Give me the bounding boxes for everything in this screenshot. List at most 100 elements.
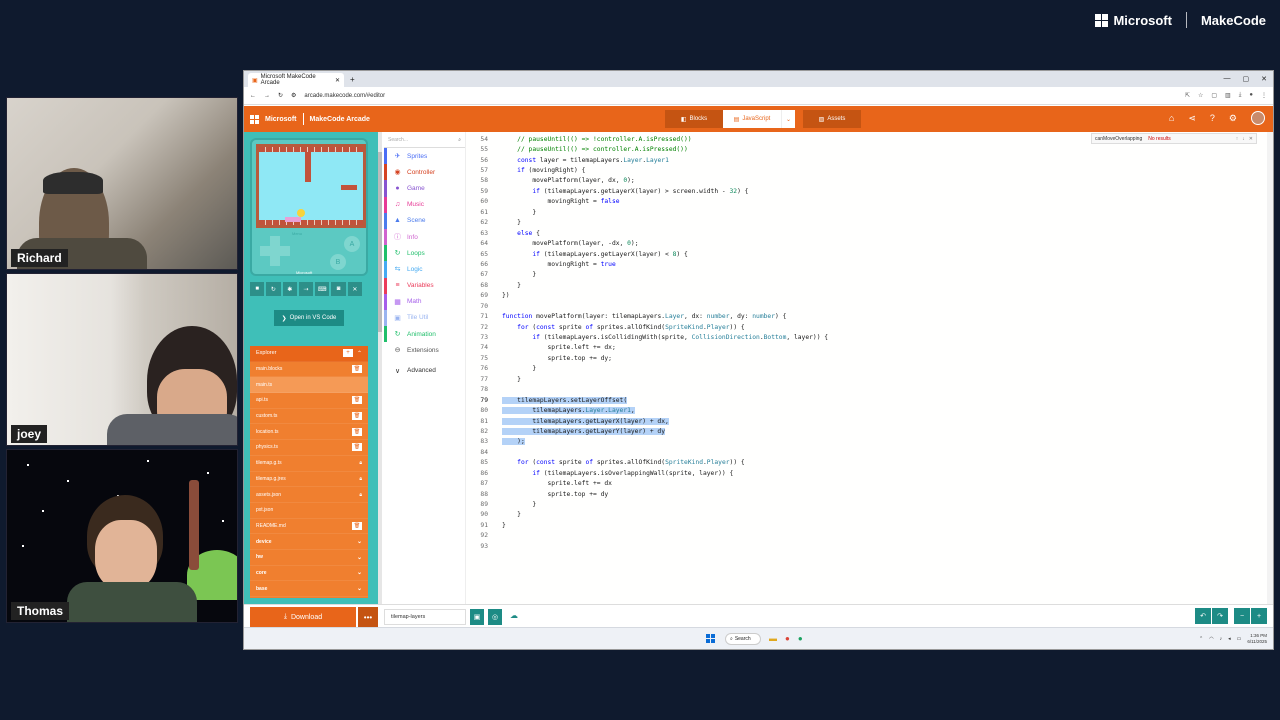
chevron-down-icon[interactable]: ⌄ — [357, 569, 362, 576]
toolbox-category-tile-util[interactable]: ▣ Tile Util — [384, 309, 465, 327]
code-line[interactable]: 57 if (movingRight) { — [466, 165, 1273, 175]
user-avatar[interactable] — [1251, 111, 1265, 125]
code-line[interactable]: 89 } — [466, 499, 1273, 509]
battery-icon[interactable]: ▭ — [1237, 636, 1242, 642]
code-text[interactable]: } — [488, 365, 536, 372]
find-widget[interactable]: canMoveOverlapping No results ↑ ↓ ✕ — [1091, 133, 1257, 144]
code-line[interactable]: 79 tilemapLayers.setLayerOffset( — [466, 395, 1273, 405]
code-line[interactable]: 75 sprite.top += dy; — [466, 353, 1273, 363]
toolbox-category-animation[interactable]: ↻ Animation — [384, 326, 465, 343]
menu-icon[interactable]: ⋮ — [1261, 92, 1267, 99]
code-text[interactable]: movingRight = false — [488, 198, 619, 205]
toolbox-category-loops[interactable]: ↻ Loops — [384, 245, 465, 262]
project-name-input[interactable]: tilemap-layers — [384, 609, 466, 625]
xbox-app-icon[interactable]: ● — [798, 634, 803, 643]
toolbox-category-info[interactable]: ⓘ Info — [384, 228, 465, 246]
trash-icon[interactable]: 🗑︎ — [352, 412, 362, 421]
code-text[interactable]: // pauseUntil(() => controller.A.isPress… — [488, 146, 688, 153]
share-page-icon[interactable]: ⇱ — [1185, 92, 1190, 99]
code-text[interactable]: else { — [488, 230, 540, 237]
code-line[interactable]: 67 } — [466, 270, 1273, 280]
toolbox-scrollbar[interactable] — [378, 132, 382, 604]
trash-icon[interactable]: 🗑︎ — [352, 521, 362, 530]
code-line[interactable]: 56 const layer = tilemapLayers.Layer.Lay… — [466, 155, 1273, 165]
code-text[interactable]: sprite.top += dy; — [488, 355, 611, 362]
toolbox-category-variables[interactable]: ≡ Variables — [384, 277, 465, 294]
minimize-icon[interactable]: — — [1224, 75, 1231, 83]
microphone-icon[interactable]: ♪ — [1220, 636, 1223, 642]
explorer-package[interactable]: core ⌄ — [250, 566, 368, 582]
explorer-file[interactable]: tilemap.g.ts 🔒︎ — [250, 456, 368, 472]
code-line[interactable]: 90 } — [466, 510, 1273, 520]
sidebar-icon[interactable]: ▥ — [1225, 92, 1231, 99]
editor-scrollbar[interactable] — [1267, 132, 1273, 604]
explorer-file[interactable]: tilemap.g.jres 🔒︎ — [250, 472, 368, 488]
code-line[interactable]: 63 else { — [466, 228, 1273, 238]
a-button[interactable]: A — [344, 236, 360, 252]
share-icon[interactable]: ⋖ — [1188, 113, 1196, 124]
explorer-file[interactable]: README.md 🗑︎ — [250, 519, 368, 535]
code-line[interactable]: 58 movePlatform(layer, dx, 0); — [466, 176, 1273, 186]
code-line[interactable]: 78 — [466, 385, 1273, 395]
debug-icon[interactable]: ✱ — [282, 282, 297, 296]
arrow-down-icon[interactable]: ↓ — [1242, 136, 1245, 142]
language-dropdown[interactable]: ⌄ — [781, 110, 795, 128]
code-line[interactable]: 85 for (const sprite of sprites.allOfKin… — [466, 458, 1273, 468]
code-line[interactable]: 77 } — [466, 374, 1273, 384]
explorer-file[interactable]: physics.ts 🗑︎ — [250, 440, 368, 456]
code-line[interactable]: 83 ); — [466, 437, 1273, 447]
code-line[interactable]: 88 sprite.top += dy — [466, 489, 1273, 499]
code-line[interactable]: 69}) — [466, 291, 1273, 301]
close-icon[interactable]: ✕ — [1249, 136, 1253, 142]
code-text[interactable]: sprite.left += dx; — [488, 344, 615, 351]
code-text[interactable]: const layer = tilemapLayers.Layer.Layer1 — [488, 157, 669, 164]
toolbox-category-extensions[interactable]: ⊖ Extensions — [384, 342, 465, 358]
trash-icon[interactable]: 🗑︎ — [352, 396, 362, 405]
code-line[interactable]: 60 movingRight = false — [466, 197, 1273, 207]
toolbox-category-game[interactable]: ● Game — [384, 180, 465, 197]
tray-chevron-icon[interactable]: ⌃ — [1199, 636, 1203, 642]
toolbox-category-sprites[interactable]: ✈ Sprites — [384, 148, 465, 165]
profile-icon[interactable]: ● — [1249, 92, 1253, 99]
code-text[interactable]: if (tilemapLayers.getLayerX(layer) < 8) … — [488, 251, 687, 258]
extensions-icon[interactable]: ▢ — [1211, 92, 1217, 99]
keyboard-icon[interactable]: ⌨ — [315, 282, 330, 296]
code-line[interactable]: 81 tilemapLayers.getLayerX(layer) + dx, — [466, 416, 1273, 426]
chevron-up-icon[interactable]: ⌃ — [357, 350, 362, 357]
help-icon[interactable]: ? — [1210, 113, 1215, 123]
code-line[interactable]: 68 } — [466, 280, 1273, 290]
code-lines[interactable]: 54 // pauseUntil(() => !controller.A.isP… — [466, 134, 1273, 552]
bookmark-star-icon[interactable]: ☆ — [1198, 92, 1203, 99]
trash-icon[interactable]: 🗑︎ — [352, 365, 362, 374]
explorer-file[interactable]: pxt.json — [250, 503, 368, 519]
new-tab-icon[interactable]: + — [350, 75, 355, 84]
system-clock[interactable]: 1:36 PM 6/11/2025 — [1247, 633, 1267, 645]
code-text[interactable]: tilemapLayers.getLayerX(layer) + dx, — [488, 417, 669, 425]
explorer-file[interactable]: main.ts — [250, 377, 368, 394]
url-field[interactable]: arcade.makecode.com/#editor — [304, 93, 1177, 99]
code-line[interactable]: 84 — [466, 447, 1273, 457]
explorer-file[interactable]: assets.json 🔒︎ — [250, 487, 368, 503]
game-screen[interactable] — [256, 144, 366, 228]
code-editor[interactable]: 54 // pauseUntil(() => !controller.A.isP… — [466, 132, 1273, 604]
code-text[interactable]: tilemapLayers.setLayerOffset( — [488, 396, 628, 404]
toolbox-category-logic[interactable]: ⇆ Logic — [384, 261, 465, 278]
add-file-icon[interactable]: + — [342, 349, 353, 358]
code-text[interactable]: for (const sprite of sprites.allOfKind(S… — [488, 459, 745, 466]
toolbox-category-scene[interactable]: ▲ Scene — [384, 212, 465, 229]
trash-icon[interactable]: 🗑︎ — [352, 443, 362, 452]
code-line[interactable]: 86 if (tilemapLayers.isOverlappingWall(s… — [466, 468, 1273, 478]
search-icon[interactable]: ⌕ — [458, 137, 461, 143]
redo-icon[interactable]: ↷ — [1212, 608, 1228, 624]
dpad[interactable] — [260, 236, 290, 266]
explorer-file[interactable]: location.ts 🗑︎ — [250, 424, 368, 441]
arrow-up-icon[interactable]: ↑ — [1236, 136, 1239, 142]
code-text[interactable]: if (tilemapLayers.isOverlappingWall(spri… — [488, 470, 733, 477]
code-text[interactable]: }) — [488, 292, 510, 299]
explorer-file[interactable]: custom.ts 🗑︎ — [250, 409, 368, 425]
code-line[interactable]: 71 function movePlatform(layer: tilemapLa… — [466, 311, 1273, 321]
code-line[interactable]: 76 } — [466, 364, 1273, 374]
site-info-icon[interactable]: ⚙ — [291, 92, 296, 99]
explorer-package[interactable]: hw ⌄ — [250, 550, 368, 566]
windows-start-icon[interactable] — [706, 634, 715, 643]
